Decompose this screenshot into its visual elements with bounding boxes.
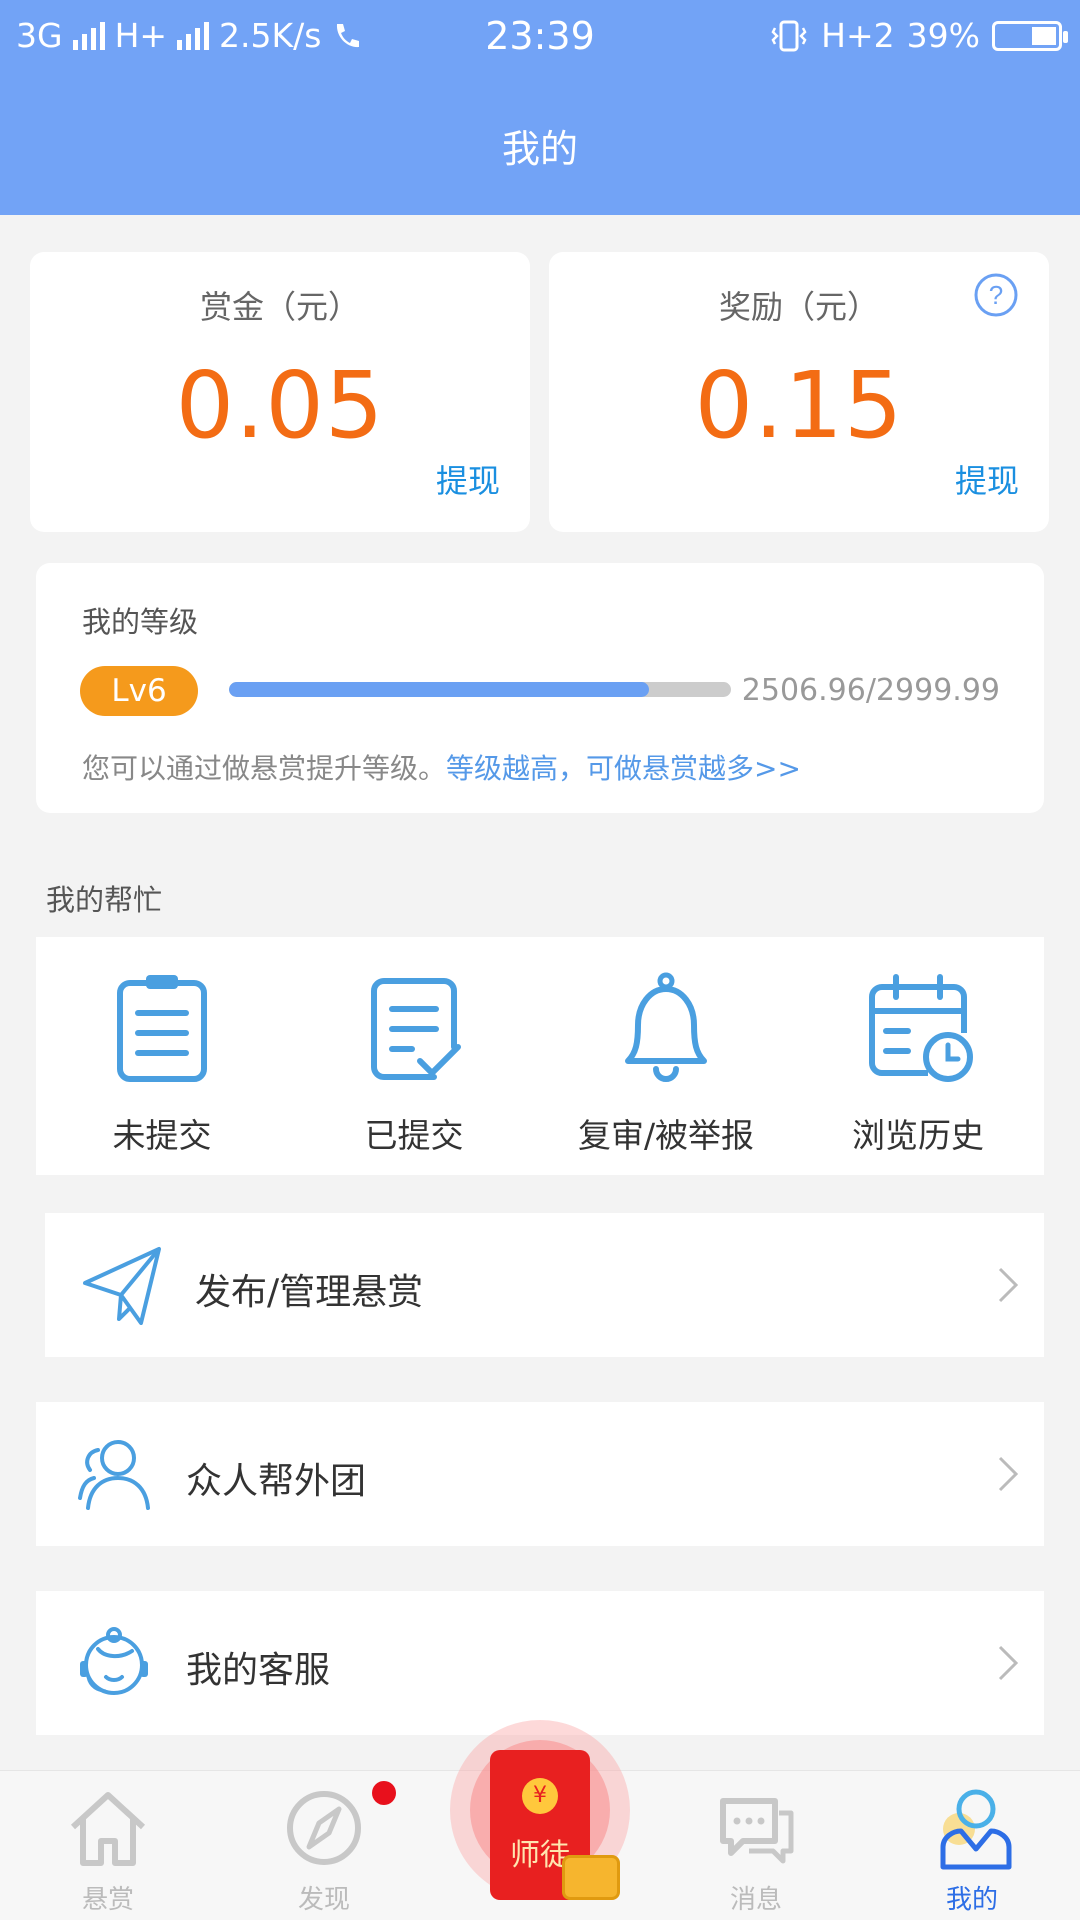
profile-icon (940, 1789, 1012, 1870)
home-icon (70, 1792, 146, 1866)
reward-value: 0.15 (694, 352, 904, 459)
tab-label: 消息 (729, 1885, 782, 1915)
level-badge: Lv6 (80, 666, 198, 716)
level-desc-text: 您可以通过做悬赏提升等级。 (82, 752, 447, 785)
tab-discover[interactable]: 发现 (216, 1771, 432, 1920)
document-check-icon (371, 978, 461, 1080)
tab-messages[interactable]: 消息 (648, 1771, 864, 1920)
level-info-link[interactable]: 等级越高，可做悬赏越多>> (446, 752, 801, 785)
level-title: 我的等级 (82, 605, 199, 639)
bounty-withdraw-button[interactable]: 提现 (436, 456, 500, 502)
calendar-clock-icon (869, 974, 973, 1082)
question-mark-icon[interactable]: ? (973, 272, 1019, 318)
chevron-right-icon (998, 1456, 1019, 1492)
customer-service-icon (80, 1627, 148, 1695)
clipboard-icon (117, 975, 207, 1082)
help-item-history[interactable]: 浏览历史 (792, 937, 1044, 1175)
level-progress-fill (229, 682, 649, 697)
help-item-submitted[interactable]: 已提交 (288, 937, 540, 1175)
help-item-label: 浏览历史 (852, 1116, 984, 1155)
status-bar: 3G H+ 2.5K/s 23:39 H+2 39% (0, 0, 1080, 76)
notification-dot (372, 1781, 396, 1805)
level-card: 我的等级 Lv6 2506.96/2999.99 您可以通过做悬赏提升等级。等级… (36, 563, 1044, 813)
menu-row-team[interactable]: 众人帮外团 (36, 1402, 1044, 1546)
vibrate-icon (771, 20, 807, 51)
coin-stack-icon (562, 1855, 620, 1900)
question-mark-glyph: ? (989, 280, 1003, 310)
network-type-3: H+2 (821, 16, 895, 55)
help-item-label: 复审/被举报 (577, 1116, 755, 1155)
tab-mine[interactable]: 我的 (864, 1771, 1080, 1920)
reward-withdraw-button[interactable]: 提现 (955, 456, 1019, 502)
menu-row-publish[interactable]: 发布/管理悬赏 (45, 1213, 1044, 1357)
paper-plane-icon (83, 1247, 161, 1325)
status-right: H+2 39% (769, 16, 1068, 55)
level-description: 您可以通过做悬赏提升等级。等级越高，可做悬赏越多>> (82, 747, 801, 787)
level-progress-text: 2506.96/2999.99 (741, 673, 1000, 708)
coin-icon: ¥ (522, 1778, 558, 1814)
help-item-label: 已提交 (364, 1116, 464, 1155)
bounty-label: 赏金（元） (199, 288, 360, 326)
help-item-review[interactable]: 复审/被举报 (540, 937, 792, 1175)
battery-percent: 39% (906, 16, 980, 55)
users-icon (78, 1440, 150, 1510)
menu-label: 发布/管理悬赏 (195, 1272, 424, 1313)
chevron-right-icon (998, 1267, 1019, 1303)
help-grid: 未提交 已提交 复审/被举报 浏览历史 (36, 937, 1044, 1175)
level-progress-bar (229, 682, 731, 697)
message-icon (720, 1798, 794, 1864)
top-bar: 3G H+ 2.5K/s 23:39 H+2 39% 我的 (0, 0, 1080, 215)
reward-card: 奖励（元） 0.15 提现 ? (549, 252, 1049, 532)
page-title: 我的 (501, 127, 578, 171)
help-item-unsubmitted[interactable]: 未提交 (36, 937, 288, 1175)
mentor-center-button[interactable]: ¥ 师徒 (450, 1720, 630, 1900)
menu-label: 我的客服 (186, 1650, 331, 1691)
menu-row-service[interactable]: 我的客服 (36, 1591, 1044, 1735)
tab-label: 发现 (297, 1885, 350, 1915)
battery-icon (992, 20, 1068, 51)
compass-icon (287, 1791, 361, 1865)
chevron-right-icon (998, 1645, 1019, 1681)
bell-icon (625, 972, 707, 1082)
bounty-card: 赏金（元） 0.05 提现 (30, 252, 530, 532)
help-section-title: 我的帮忙 (46, 883, 163, 917)
tab-bounty[interactable]: 悬赏 (0, 1771, 216, 1920)
bounty-value: 0.05 (175, 352, 385, 459)
menu-label: 众人帮外团 (186, 1461, 367, 1502)
tab-label: 悬赏 (81, 1885, 134, 1915)
help-item-label: 未提交 (112, 1116, 212, 1155)
tab-label: 我的 (945, 1885, 998, 1915)
